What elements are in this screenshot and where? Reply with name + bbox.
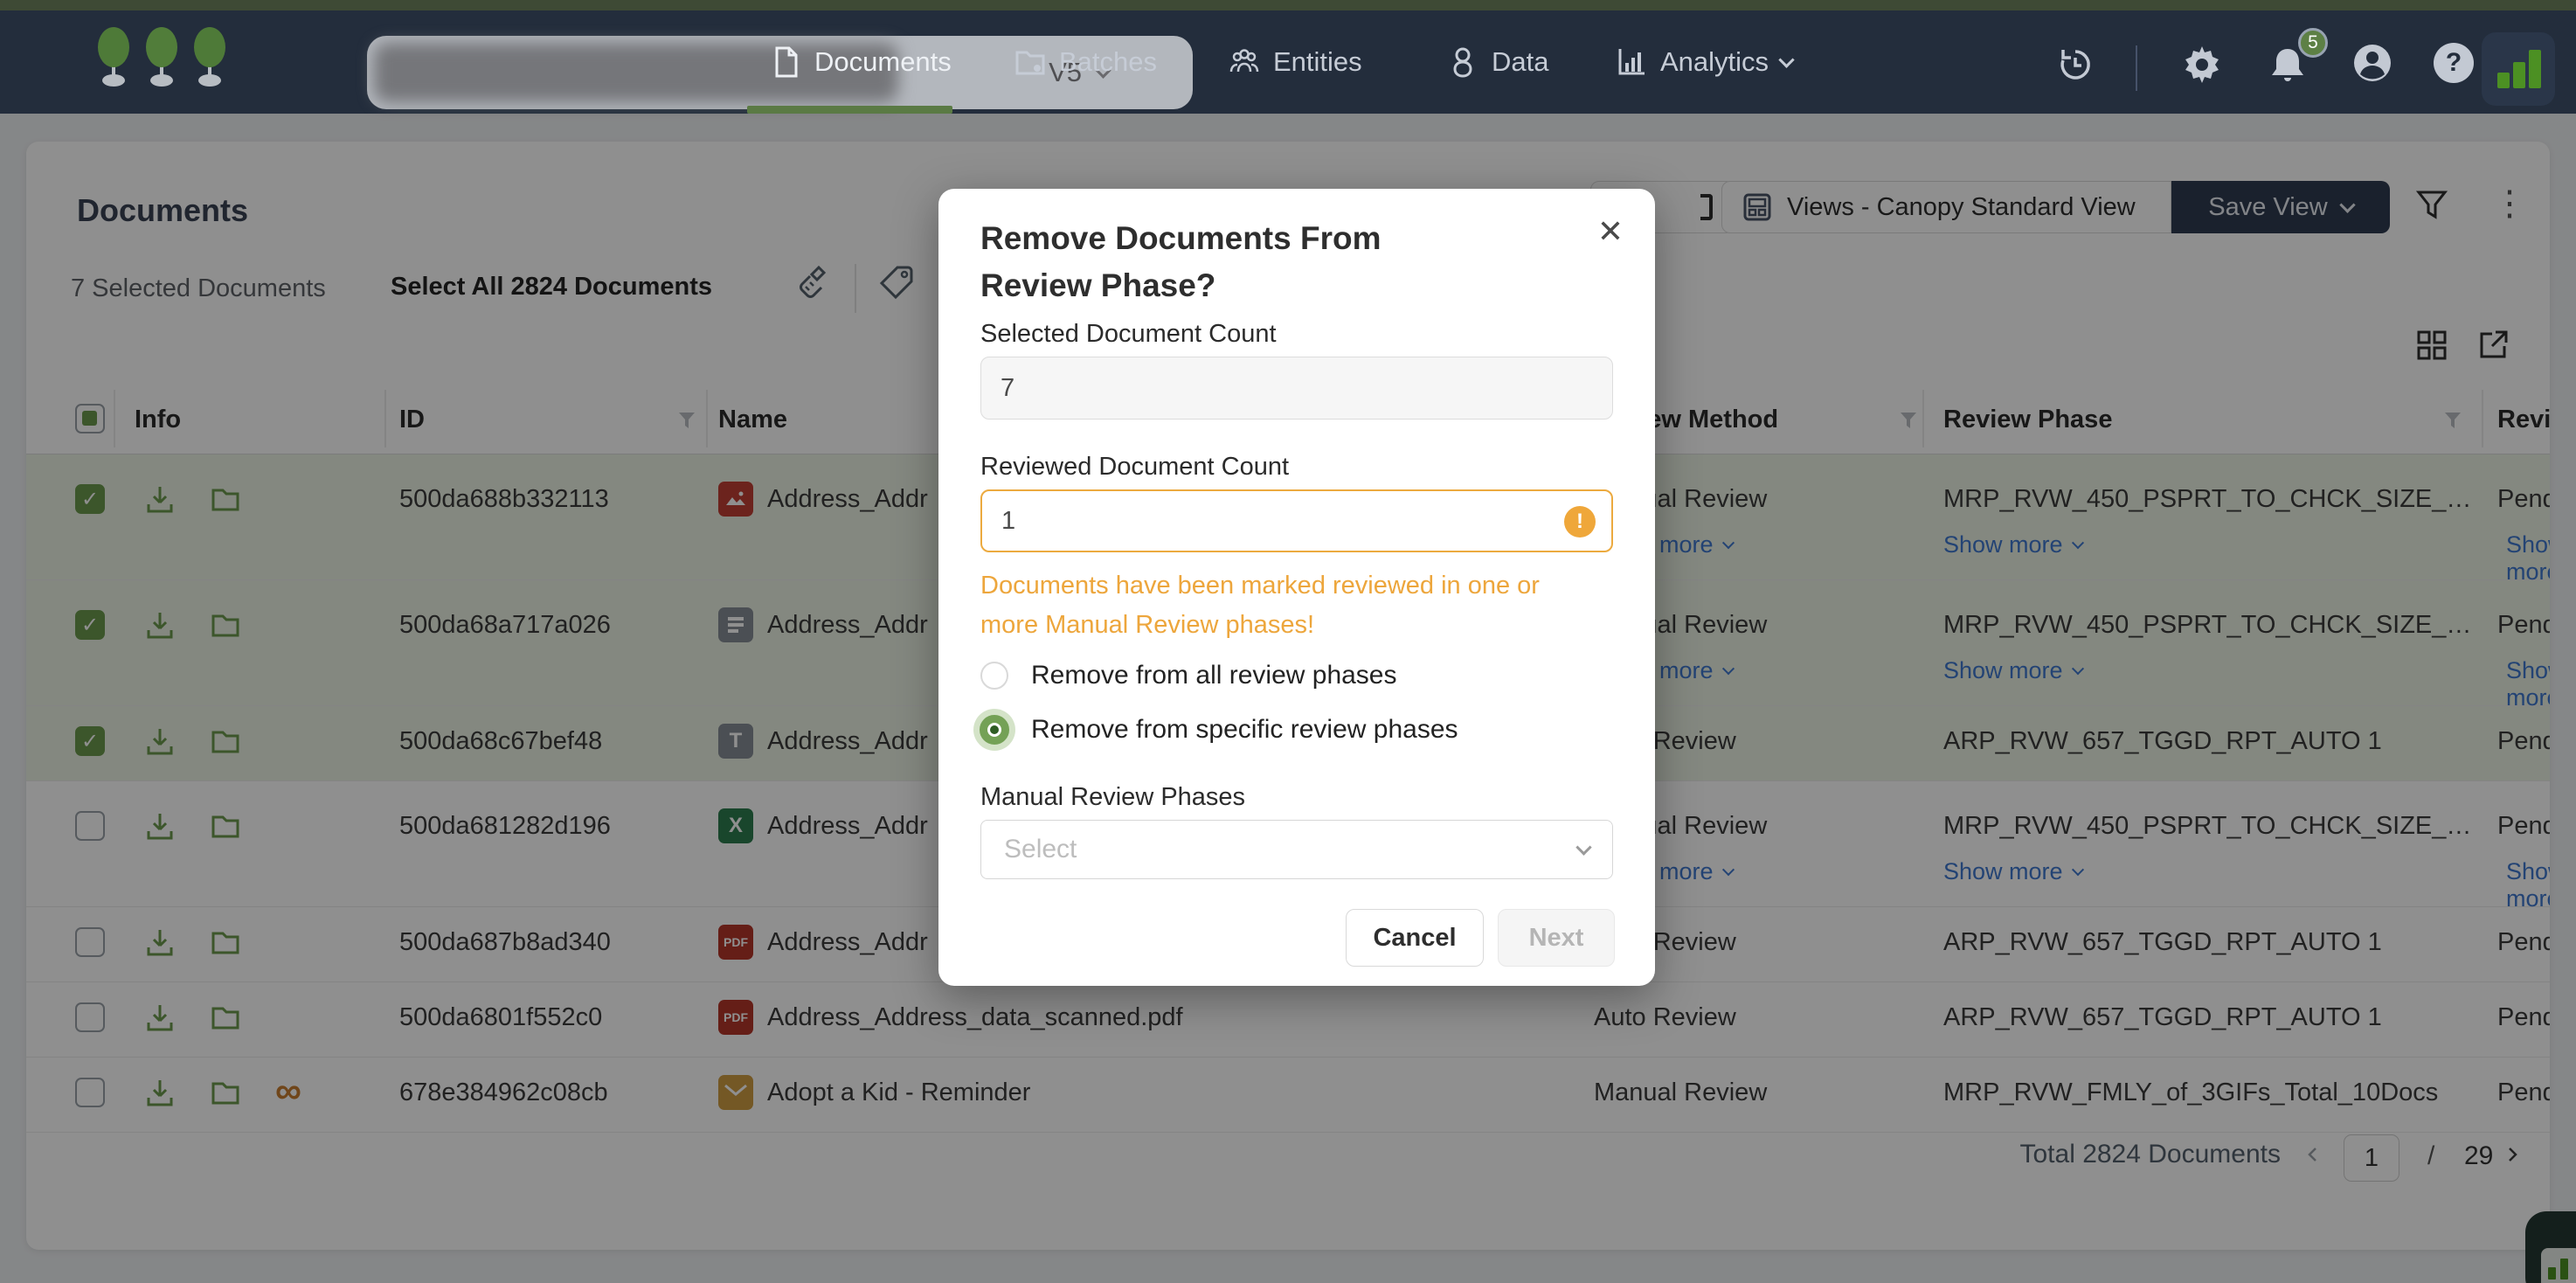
radio-off-icon — [980, 662, 1008, 690]
bar-icon — [2513, 62, 2525, 88]
navbar: V5 Documents Batches Entities Data Analy… — [0, 10, 2576, 114]
chevron-down-icon — [1778, 52, 1794, 67]
phases-label: Manual Review Phases — [980, 783, 1245, 812]
analytics-icon — [1615, 45, 1648, 79]
entities-icon — [1228, 45, 1261, 79]
reviewed-count-label: Reviewed Document Count — [980, 453, 1289, 482]
tab-documents[interactable]: Documents — [769, 10, 952, 114]
help-icon[interactable]: ? — [2434, 43, 2474, 83]
document-icon — [769, 45, 802, 79]
avatar-icon[interactable] — [2352, 43, 2392, 83]
modal-title: Remove Documents From Review Phase? — [980, 215, 1487, 309]
navbar-divider — [2136, 45, 2137, 91]
remove-review-phase-modal: Remove Documents From Review Phase? ✕ Se… — [938, 189, 1655, 986]
tab-label: Documents — [814, 46, 952, 78]
radio-remove-all[interactable]: Remove from all review phases — [980, 661, 1397, 690]
tab-label: Entities — [1273, 46, 1362, 78]
cancel-button[interactable]: Cancel — [1346, 909, 1484, 967]
bar-icon — [2497, 73, 2510, 88]
selected-count-input[interactable]: 7 — [980, 357, 1613, 420]
next-button[interactable]: Next — [1498, 909, 1615, 967]
close-icon[interactable]: ✕ — [1597, 213, 1624, 250]
tab-label: Analytics — [1660, 46, 1769, 78]
radio-on-icon — [973, 709, 1015, 751]
tab-data[interactable]: Data — [1446, 10, 1548, 114]
app-screen: V5 Documents Batches Entities Data Analy… — [0, 0, 2576, 1283]
phases-select[interactable]: Select — [980, 820, 1613, 879]
history-icon[interactable] — [2055, 45, 2095, 85]
tab-label: Batches — [1059, 46, 1157, 78]
warning-message: Documents have been marked reviewed in o… — [980, 566, 1601, 645]
tab-batches[interactable]: Batches — [1014, 10, 1157, 114]
top-strip — [0, 0, 2576, 10]
logo-trees-icon[interactable] — [87, 26, 245, 101]
tab-entities[interactable]: Entities — [1228, 10, 1362, 114]
bar-icon — [2529, 50, 2541, 88]
chevron-down-icon — [1575, 839, 1591, 855]
radio-remove-specific[interactable]: Remove from specific review phases — [980, 715, 1458, 745]
active-tab-underline — [747, 106, 952, 114]
selected-count-label: Selected Document Count — [980, 320, 1277, 349]
tab-analytics[interactable]: Analytics — [1615, 10, 1792, 114]
warning-icon: ! — [1564, 506, 1596, 537]
reviewed-count-input[interactable]: 1 ! — [980, 489, 1613, 552]
tab-label: Data — [1492, 46, 1548, 78]
select-placeholder: Select — [1004, 835, 1077, 864]
data-icon — [1446, 45, 1479, 79]
green-chart-button[interactable] — [2482, 32, 2555, 106]
batches-icon — [1014, 45, 1047, 79]
gear-icon[interactable] — [2182, 45, 2222, 85]
notification-badge: 5 — [2298, 28, 2328, 58]
